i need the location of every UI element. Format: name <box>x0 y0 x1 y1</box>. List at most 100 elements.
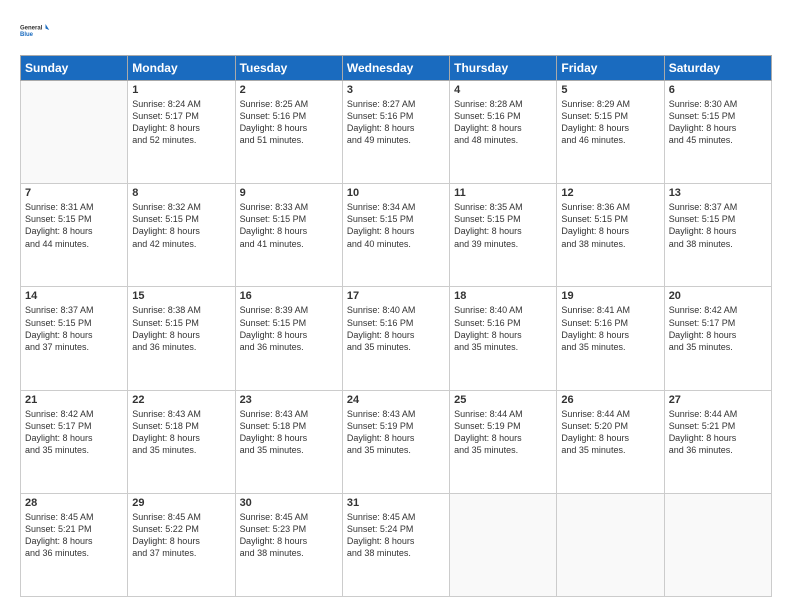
day-info: Sunrise: 8:43 AMSunset: 5:19 PMDaylight:… <box>347 408 445 457</box>
calendar-cell <box>557 493 664 596</box>
calendar-cell: 3 Sunrise: 8:27 AMSunset: 5:16 PMDaylight… <box>342 81 449 184</box>
calendar-cell: 19 Sunrise: 8:41 AMSunset: 5:16 PMDayligh… <box>557 287 664 390</box>
calendar-cell: 22 Sunrise: 8:43 AMSunset: 5:18 PMDayligh… <box>128 390 235 493</box>
day-info: Sunrise: 8:39 AMSunset: 5:15 PMDaylight:… <box>240 304 338 353</box>
day-info: Sunrise: 8:45 AMSunset: 5:22 PMDaylight:… <box>132 511 230 560</box>
day-info: Sunrise: 8:43 AMSunset: 5:18 PMDaylight:… <box>132 408 230 457</box>
day-info: Sunrise: 8:38 AMSunset: 5:15 PMDaylight:… <box>132 304 230 353</box>
calendar-cell: 11 Sunrise: 8:35 AMSunset: 5:15 PMDayligh… <box>450 184 557 287</box>
weekday-header: Thursday <box>450 56 557 81</box>
day-number: 21 <box>25 394 123 406</box>
day-number: 11 <box>454 187 552 199</box>
day-number: 14 <box>25 290 123 302</box>
day-number: 22 <box>132 394 230 406</box>
day-info: Sunrise: 8:31 AMSunset: 5:15 PMDaylight:… <box>25 201 123 250</box>
day-info: Sunrise: 8:44 AMSunset: 5:21 PMDaylight:… <box>669 408 767 457</box>
day-number: 5 <box>561 84 659 96</box>
calendar-cell: 8 Sunrise: 8:32 AMSunset: 5:15 PMDaylight… <box>128 184 235 287</box>
day-info: Sunrise: 8:40 AMSunset: 5:16 PMDaylight:… <box>454 304 552 353</box>
day-info: Sunrise: 8:45 AMSunset: 5:24 PMDaylight:… <box>347 511 445 560</box>
calendar-cell <box>21 81 128 184</box>
day-info: Sunrise: 8:45 AMSunset: 5:23 PMDaylight:… <box>240 511 338 560</box>
calendar-cell: 9 Sunrise: 8:33 AMSunset: 5:15 PMDaylight… <box>235 184 342 287</box>
calendar-cell: 29 Sunrise: 8:45 AMSunset: 5:22 PMDayligh… <box>128 493 235 596</box>
day-number: 17 <box>347 290 445 302</box>
logo: GeneralBlue <box>20 15 50 45</box>
day-info: Sunrise: 8:30 AMSunset: 5:15 PMDaylight:… <box>669 98 767 147</box>
calendar-cell: 15 Sunrise: 8:38 AMSunset: 5:15 PMDayligh… <box>128 287 235 390</box>
calendar-cell: 1Sunrise: 8:24 AMSunset: 5:17 PMDaylight… <box>128 81 235 184</box>
calendar-cell: 2 Sunrise: 8:25 AMSunset: 5:16 PMDaylight… <box>235 81 342 184</box>
day-number: 7 <box>25 187 123 199</box>
day-number: 3 <box>347 84 445 96</box>
calendar-cell: 28 Sunrise: 8:45 AMSunset: 5:21 PMDayligh… <box>21 493 128 596</box>
page: GeneralBlue SundayMondayTuesdayWednesday… <box>0 0 792 612</box>
logo-icon: GeneralBlue <box>20 15 50 45</box>
weekday-header: Saturday <box>664 56 771 81</box>
weekday-header: Friday <box>557 56 664 81</box>
day-number: 30 <box>240 497 338 509</box>
day-info: Sunrise: 8:42 AMSunset: 5:17 PMDaylight:… <box>669 304 767 353</box>
calendar-cell: 6 Sunrise: 8:30 AMSunset: 5:15 PMDaylight… <box>664 81 771 184</box>
day-number: 8 <box>132 187 230 199</box>
day-number: 24 <box>347 394 445 406</box>
day-info: Sunrise: 8:44 AMSunset: 5:20 PMDaylight:… <box>561 408 659 457</box>
day-number: 9 <box>240 187 338 199</box>
day-info: Sunrise: 8:42 AMSunset: 5:17 PMDaylight:… <box>25 408 123 457</box>
calendar-cell: 24 Sunrise: 8:43 AMSunset: 5:19 PMDayligh… <box>342 390 449 493</box>
calendar-cell: 17 Sunrise: 8:40 AMSunset: 5:16 PMDayligh… <box>342 287 449 390</box>
day-info: Sunrise: 8:40 AMSunset: 5:16 PMDaylight:… <box>347 304 445 353</box>
calendar-cell: 23 Sunrise: 8:43 AMSunset: 5:18 PMDayligh… <box>235 390 342 493</box>
calendar-cell: 31 Sunrise: 8:45 AMSunset: 5:24 PMDayligh… <box>342 493 449 596</box>
day-number: 29 <box>132 497 230 509</box>
day-number: 19 <box>561 290 659 302</box>
calendar-cell: 14Sunrise: 8:37 AMSunset: 5:15 PMDayligh… <box>21 287 128 390</box>
day-number: 13 <box>669 187 767 199</box>
day-info: Sunrise: 8:43 AMSunset: 5:18 PMDaylight:… <box>240 408 338 457</box>
calendar-cell: 7 Sunrise: 8:31 AMSunset: 5:15 PMDaylight… <box>21 184 128 287</box>
day-number: 4 <box>454 84 552 96</box>
day-number: 27 <box>669 394 767 406</box>
calendar-cell: 27 Sunrise: 8:44 AMSunset: 5:21 PMDayligh… <box>664 390 771 493</box>
day-number: 1 <box>132 84 230 96</box>
calendar-cell: 13 Sunrise: 8:37 AMSunset: 5:15 PMDayligh… <box>664 184 771 287</box>
day-number: 23 <box>240 394 338 406</box>
header: GeneralBlue <box>20 15 772 45</box>
day-info: Sunrise: 8:29 AMSunset: 5:15 PMDaylight:… <box>561 98 659 147</box>
day-number: 26 <box>561 394 659 406</box>
day-number: 28 <box>25 497 123 509</box>
day-info: Sunrise: 8:33 AMSunset: 5:15 PMDaylight:… <box>240 201 338 250</box>
day-info: Sunrise: 8:25 AMSunset: 5:16 PMDaylight:… <box>240 98 338 147</box>
day-info: Sunrise: 8:35 AMSunset: 5:15 PMDaylight:… <box>454 201 552 250</box>
svg-text:Blue: Blue <box>20 32 34 38</box>
day-info: Sunrise: 8:27 AMSunset: 5:16 PMDaylight:… <box>347 98 445 147</box>
calendar-cell: 21 Sunrise: 8:42 AMSunset: 5:17 PMDayligh… <box>21 390 128 493</box>
day-number: 31 <box>347 497 445 509</box>
weekday-header: Tuesday <box>235 56 342 81</box>
calendar-cell: 18 Sunrise: 8:40 AMSunset: 5:16 PMDayligh… <box>450 287 557 390</box>
day-number: 16 <box>240 290 338 302</box>
day-info: Sunrise: 8:45 AMSunset: 5:21 PMDaylight:… <box>25 511 123 560</box>
day-number: 18 <box>454 290 552 302</box>
weekday-header: Sunday <box>21 56 128 81</box>
day-number: 12 <box>561 187 659 199</box>
day-info: Sunrise: 8:34 AMSunset: 5:15 PMDaylight:… <box>347 201 445 250</box>
day-info: Sunrise: 8:37 AMSunset: 5:15 PMDaylight:… <box>669 201 767 250</box>
day-number: 10 <box>347 187 445 199</box>
day-number: 15 <box>132 290 230 302</box>
day-number: 2 <box>240 84 338 96</box>
day-info: Sunrise: 8:41 AMSunset: 5:16 PMDaylight:… <box>561 304 659 353</box>
day-number: 20 <box>669 290 767 302</box>
weekday-header: Wednesday <box>342 56 449 81</box>
calendar-cell: 20 Sunrise: 8:42 AMSunset: 5:17 PMDayligh… <box>664 287 771 390</box>
day-number: 6 <box>669 84 767 96</box>
calendar-cell: 16 Sunrise: 8:39 AMSunset: 5:15 PMDayligh… <box>235 287 342 390</box>
calendar-cell: 12Sunrise: 8:36 AMSunset: 5:15 PMDayligh… <box>557 184 664 287</box>
calendar-table: SundayMondayTuesdayWednesdayThursdayFrid… <box>20 55 772 597</box>
calendar-cell: 10 Sunrise: 8:34 AMSunset: 5:15 PMDayligh… <box>342 184 449 287</box>
svg-text:General: General <box>20 25 43 31</box>
calendar-cell <box>450 493 557 596</box>
day-info: Sunrise: 8:44 AMSunset: 5:19 PMDaylight:… <box>454 408 552 457</box>
day-info: Sunrise: 8:32 AMSunset: 5:15 PMDaylight:… <box>132 201 230 250</box>
calendar-cell: 5 Sunrise: 8:29 AMSunset: 5:15 PMDaylight… <box>557 81 664 184</box>
